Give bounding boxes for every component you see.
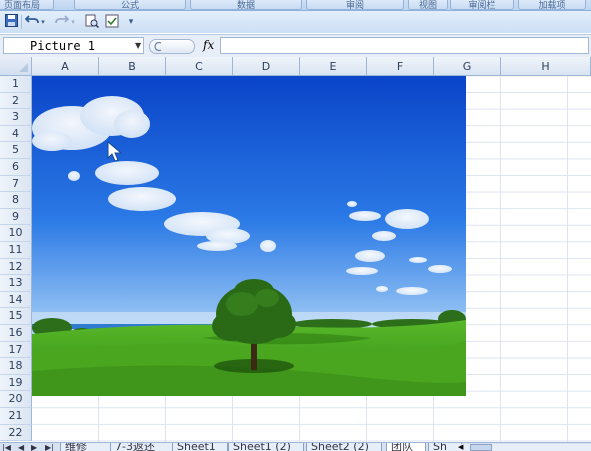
picture-1-landscape[interactable] — [32, 76, 477, 396]
row-header-22[interactable]: 22 — [0, 424, 32, 442]
ribbon-tab[interactable]: 加载项 — [518, 0, 586, 10]
save-icon[interactable] — [3, 14, 19, 30]
row-header-19[interactable]: 19 — [0, 374, 32, 392]
row-header-16[interactable]: 16 — [0, 325, 32, 342]
row-header-6[interactable]: 6 — [0, 159, 32, 176]
quick-access-toolbar: ▾ ▾ ▾ — [0, 11, 591, 33]
ribbon-tab[interactable]: 数据 — [190, 0, 302, 10]
toolbar-separator — [21, 15, 22, 29]
spreadsheet-grid: A B C D E F G H 1 2 3 4 5 6 7 8 9 10 11 12 13 14 15 16 1… — [0, 57, 591, 442]
column-header-h[interactable]: H — [501, 57, 591, 76]
redo-dropdown-icon[interactable]: ▾ — [69, 14, 77, 30]
insert-function-button[interactable]: fx — [203, 38, 217, 53]
select-all-button[interactable] — [0, 57, 32, 76]
row-header-20[interactable]: 20 — [0, 391, 32, 408]
row-header-8[interactable]: 8 — [0, 192, 32, 209]
column-header-a[interactable]: A — [32, 57, 99, 76]
undo-icon[interactable] — [24, 14, 40, 30]
undo-dropdown-icon[interactable]: ▾ — [39, 14, 47, 30]
row-header-14[interactable]: 14 — [0, 291, 32, 309]
customize-toolbar-icon[interactable]: ▾ — [126, 14, 136, 30]
name-box-value: Picture 1 — [30, 39, 96, 53]
row-header-7[interactable]: 7 — [0, 175, 32, 193]
row-header-12[interactable]: 12 — [0, 258, 32, 276]
formula-input[interactable] — [220, 37, 589, 54]
row-header-11[interactable]: 11 — [0, 242, 32, 259]
redo-icon[interactable] — [54, 14, 70, 30]
ribbon-tab[interactable]: 审阅栏 — [450, 0, 514, 10]
column-header-b[interactable]: B — [99, 57, 166, 76]
row-header-10[interactable]: 10 — [0, 225, 32, 242]
row-header-21[interactable]: 21 — [0, 408, 32, 425]
ribbon-tab[interactable]: 页面布局 — [0, 0, 54, 10]
row-header-17[interactable]: 17 — [0, 341, 32, 359]
print-preview-icon[interactable] — [84, 14, 100, 30]
ribbon-tabs: 页面布局 公式 数据 审阅 视图 审阅栏 加载项 — [0, 0, 591, 11]
ribbon-tab[interactable]: 公式 — [74, 0, 186, 10]
column-header-c[interactable]: C — [166, 57, 233, 76]
row-header-4[interactable]: 4 — [0, 125, 32, 143]
chevron-down-icon[interactable]: ▼ — [135, 41, 141, 50]
column-header-d[interactable]: D — [233, 57, 300, 76]
row-header-18[interactable]: 18 — [0, 358, 32, 375]
ribbon-tab[interactable]: 视图 — [408, 0, 448, 10]
row-header-15[interactable]: 15 — [0, 308, 32, 325]
row-header-3[interactable]: 3 — [0, 109, 32, 126]
row-header-9[interactable]: 9 — [0, 208, 32, 226]
row-header-1[interactable]: 1 — [0, 76, 32, 93]
name-box[interactable]: Picture 1 — [3, 37, 144, 54]
formula-bar: Picture 1 ▼ fx — [0, 34, 591, 58]
spelling-icon[interactable] — [104, 14, 120, 30]
row-header-13[interactable]: 13 — [0, 275, 32, 292]
column-header-f[interactable]: F — [367, 57, 434, 76]
row-header-2[interactable]: 2 — [0, 92, 32, 110]
ribbon-tab[interactable]: 审阅 — [306, 0, 404, 10]
row-header-5[interactable]: 5 — [0, 142, 32, 159]
column-header-e[interactable]: E — [300, 57, 367, 76]
formula-bar-zoom-handle[interactable] — [149, 39, 195, 54]
column-header-g[interactable]: G — [434, 57, 501, 76]
